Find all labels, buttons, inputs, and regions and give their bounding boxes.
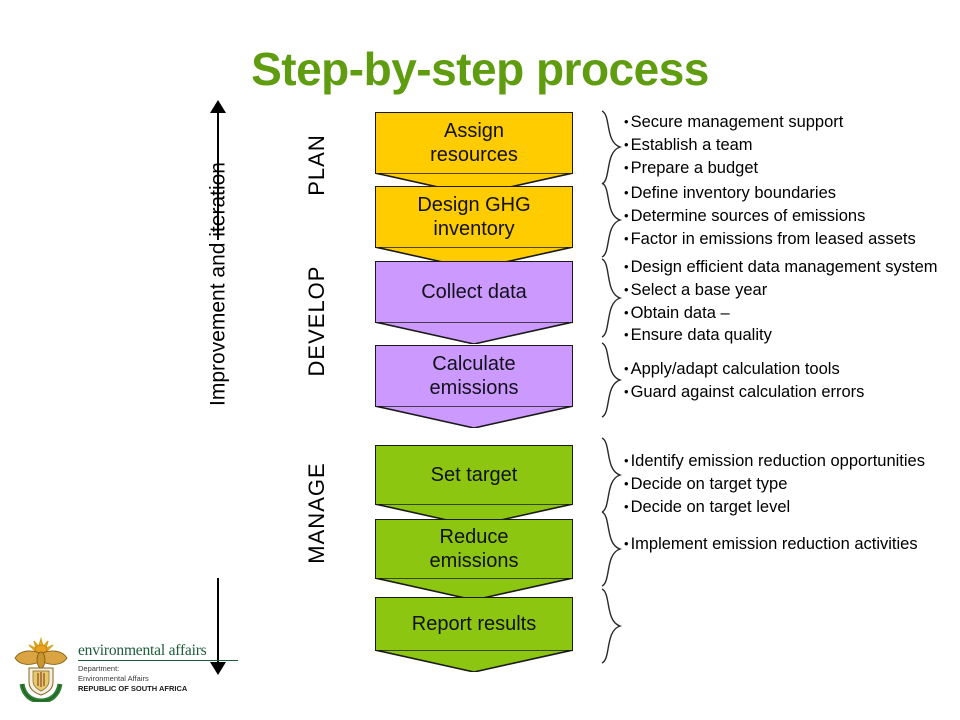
brace-report-results [598, 588, 624, 664]
bullet-item: Obtain data – [624, 302, 938, 325]
step-label-line1: Collect data [421, 280, 527, 303]
improvement-iteration-axis: Improvement and iteration [196, 100, 240, 675]
step-label-line2: resources [430, 144, 518, 166]
bullet-item: Apply/adapt calculation tools [624, 358, 864, 381]
bullet-item: Determine sources of emissions [624, 205, 916, 228]
bullet-item: Design efficient data management system [624, 256, 938, 279]
bullet-item: Implement emission reduction activities [624, 533, 918, 556]
step-label-line1: Assign [443, 119, 505, 142]
phase-label-plan: PLAN [304, 134, 329, 196]
logo-title: environmental affairs [78, 642, 238, 662]
bullets-calculate-emissions: Apply/adapt calculation tools Guard agai… [624, 358, 865, 404]
bullet-item: Select a base year [624, 279, 938, 302]
bullets-reduce-emissions-text: Implement emission reduction activities [624, 533, 918, 556]
chevron-tip-icon [374, 650, 573, 672]
bullet-item: Establish a team [624, 134, 843, 157]
bullet-item: Identify emission reduction opportunitie… [624, 450, 925, 473]
step-design-ghg-inventory[interactable]: Design GHG inventory [374, 186, 573, 269]
phase-label-develop: DEVELOP [304, 265, 329, 377]
page-title: Step-by-step process [251, 43, 709, 95]
brace-assign-resources [598, 110, 624, 185]
step-calculate-emissions[interactable]: Calculate emissions [374, 345, 573, 428]
logo-sub-line2: Environmental Affairs [78, 674, 149, 684]
step-report-results[interactable]: Report results [374, 597, 573, 672]
slide-canvas: Step-by-step process Improvement and ite… [0, 0, 960, 720]
brace-reduce-emissions [598, 511, 624, 587]
step-reduce-emissions[interactable]: Reduce emissions [374, 519, 573, 600]
logo-sub-line1: Department: [78, 664, 120, 674]
step-label-line2: emissions [429, 377, 519, 399]
bullets-set-target: Identify emission reduction opportunitie… [624, 450, 925, 518]
bullet-item: Secure management support [624, 111, 844, 134]
step-set-target[interactable]: Set target [374, 445, 573, 526]
improvement-iteration-label: Improvement and iteration [206, 162, 230, 406]
department-logo: environmental affairs Department: Enviro… [8, 636, 238, 706]
brace-design-ghg-inventory [598, 182, 624, 258]
step-label-line1: Calculate [432, 352, 516, 375]
bullet-item: Factor in emissions from leased assets [624, 228, 916, 251]
brace-collect-data [598, 258, 624, 338]
logo-text-block: environmental affairs Department: Enviro… [78, 642, 238, 694]
step-assign-resources[interactable]: Assign resources [374, 112, 573, 195]
south-africa-coat-of-arms-icon [10, 636, 72, 704]
chevron-tip-icon [374, 322, 573, 344]
bullet-item: Decide on target type [624, 473, 925, 496]
phase-label-manage: MANAGE [304, 462, 329, 564]
step-label-line1: Reduce [439, 525, 509, 548]
bullets-design-ghg-inventory: Define inventory boundaries Determine so… [624, 182, 916, 250]
step-label-line1: Report results [411, 612, 537, 635]
chevron-tip-icon [374, 406, 573, 428]
bullet-item: Ensure data quality [624, 324, 938, 347]
step-collect-data[interactable]: Collect data [374, 261, 573, 344]
bullet-item: Decide on target level [624, 496, 925, 519]
brace-calculate-emissions [598, 342, 624, 418]
bullets-collect-data: Design efficient data management system … [624, 256, 938, 347]
bullet-item: Guard against calculation errors [624, 381, 865, 404]
step-label-line1: Design GHG [417, 193, 531, 216]
step-label-line2: emissions [429, 550, 519, 572]
bullet-item: Prepare a budget [624, 157, 843, 180]
brace-set-target [598, 437, 624, 513]
step-label-line2: inventory [433, 218, 515, 240]
logo-subtitle: Department: Environmental Affairs REPUBL… [78, 664, 238, 694]
bullets-assign-resources: Secure management support Establish a te… [624, 111, 844, 180]
step-label-line1: Set target [430, 463, 518, 486]
logo-sub-line3: REPUBLIC OF SOUTH AFRICA [78, 684, 188, 694]
bullet-item: Define inventory boundaries [624, 182, 916, 205]
